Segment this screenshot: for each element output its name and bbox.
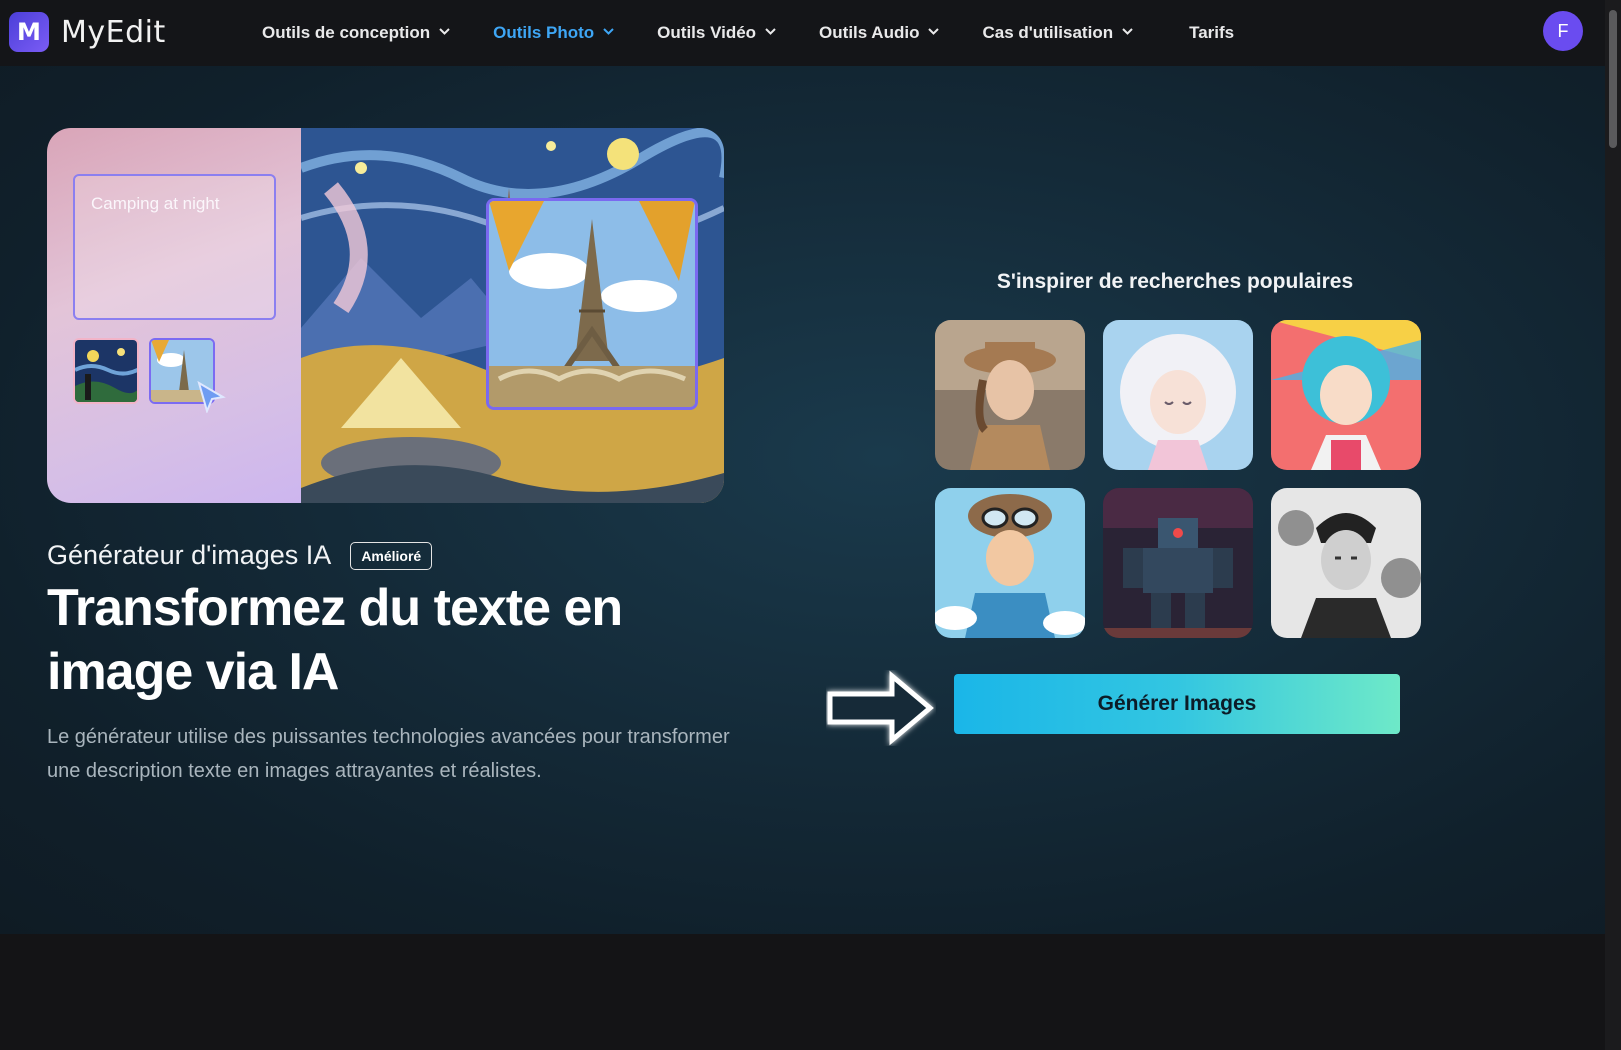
chevron-down-icon [1122, 28, 1133, 38]
chevron-down-icon [439, 28, 450, 38]
white-haired-anime-girl-image[interactable] [1103, 320, 1253, 470]
arrow-right-icon [827, 670, 934, 746]
brand-logo[interactable]: M MyEdit [9, 12, 166, 52]
colorful-anime-girl-image[interactable] [1271, 320, 1421, 470]
brand-name: MyEdit [61, 14, 166, 50]
top-navigation: M MyEdit Outils de conception Outils Phot… [0, 0, 1605, 66]
nav-menu: Outils de conception Outils Photo Outils V… [262, 0, 1278, 66]
nav-item-design-tools[interactable]: Outils de conception [262, 23, 450, 43]
nav-item-label: Outils Vidéo [657, 23, 757, 42]
chevron-down-icon [603, 28, 614, 38]
nav-item-audio-tools[interactable]: Outils Audio [819, 23, 940, 43]
nav-item-label: Cas d'utilisation [982, 23, 1114, 42]
prompt-box: Camping at night [73, 174, 276, 320]
nav-item-label: Outils Photo [493, 23, 595, 42]
nav-item-pricing[interactable]: Tarifs [1189, 23, 1234, 43]
generate-images-button[interactable]: Générer Images [954, 674, 1400, 734]
nav-item-use-cases[interactable]: Cas d'utilisation [982, 23, 1133, 43]
ink-sketch-man-portrait-image[interactable] [1271, 488, 1421, 638]
next-section [0, 934, 1605, 1050]
page-title: Transformez du texte en image via IA [47, 579, 623, 701]
nav-item-label: Tarifs [1189, 23, 1235, 42]
improved-badge: Amélioré [350, 541, 433, 570]
myedit-logo-icon: M [9, 12, 49, 52]
cursor-icon [197, 381, 226, 413]
starry-night-thumbnail [73, 338, 139, 404]
prompt-text: Camping at night [91, 194, 220, 213]
scrollbar-thumb[interactable] [1609, 10, 1617, 148]
chevron-down-icon [928, 28, 940, 38]
prompt-panel: Camping at night [47, 128, 301, 503]
user-avatar[interactable]: F [1543, 11, 1583, 51]
hero-description: Le générateur utilise des puissantes tec… [47, 726, 730, 782]
page-subtitle: Générateur d'images IA [47, 540, 332, 570]
woman-in-hat-portrait-image[interactable] [935, 320, 1085, 470]
nav-item-video-tools[interactable]: Outils Vidéo [657, 23, 776, 43]
chevron-down-icon [765, 28, 776, 38]
pop-art-pilot-woman-image[interactable] [935, 488, 1085, 638]
scrollbar[interactable] [1605, 0, 1621, 1050]
eiffel-tower-preview [486, 198, 698, 410]
mech-robot-image[interactable] [1103, 488, 1253, 638]
inspire-title: S'inspirer de recherches populaires [996, 270, 1354, 293]
nav-item-label: Outils de conception [262, 23, 431, 42]
generated-artwork [301, 128, 724, 503]
hero-subtitle-row: Générateur d'images IA Amélioré [47, 540, 433, 571]
nav-item-label: Outils Audio [819, 23, 920, 42]
showcase-image: Camping at night [47, 128, 724, 503]
nav-item-photo-tools[interactable]: Outils Photo [493, 23, 614, 43]
